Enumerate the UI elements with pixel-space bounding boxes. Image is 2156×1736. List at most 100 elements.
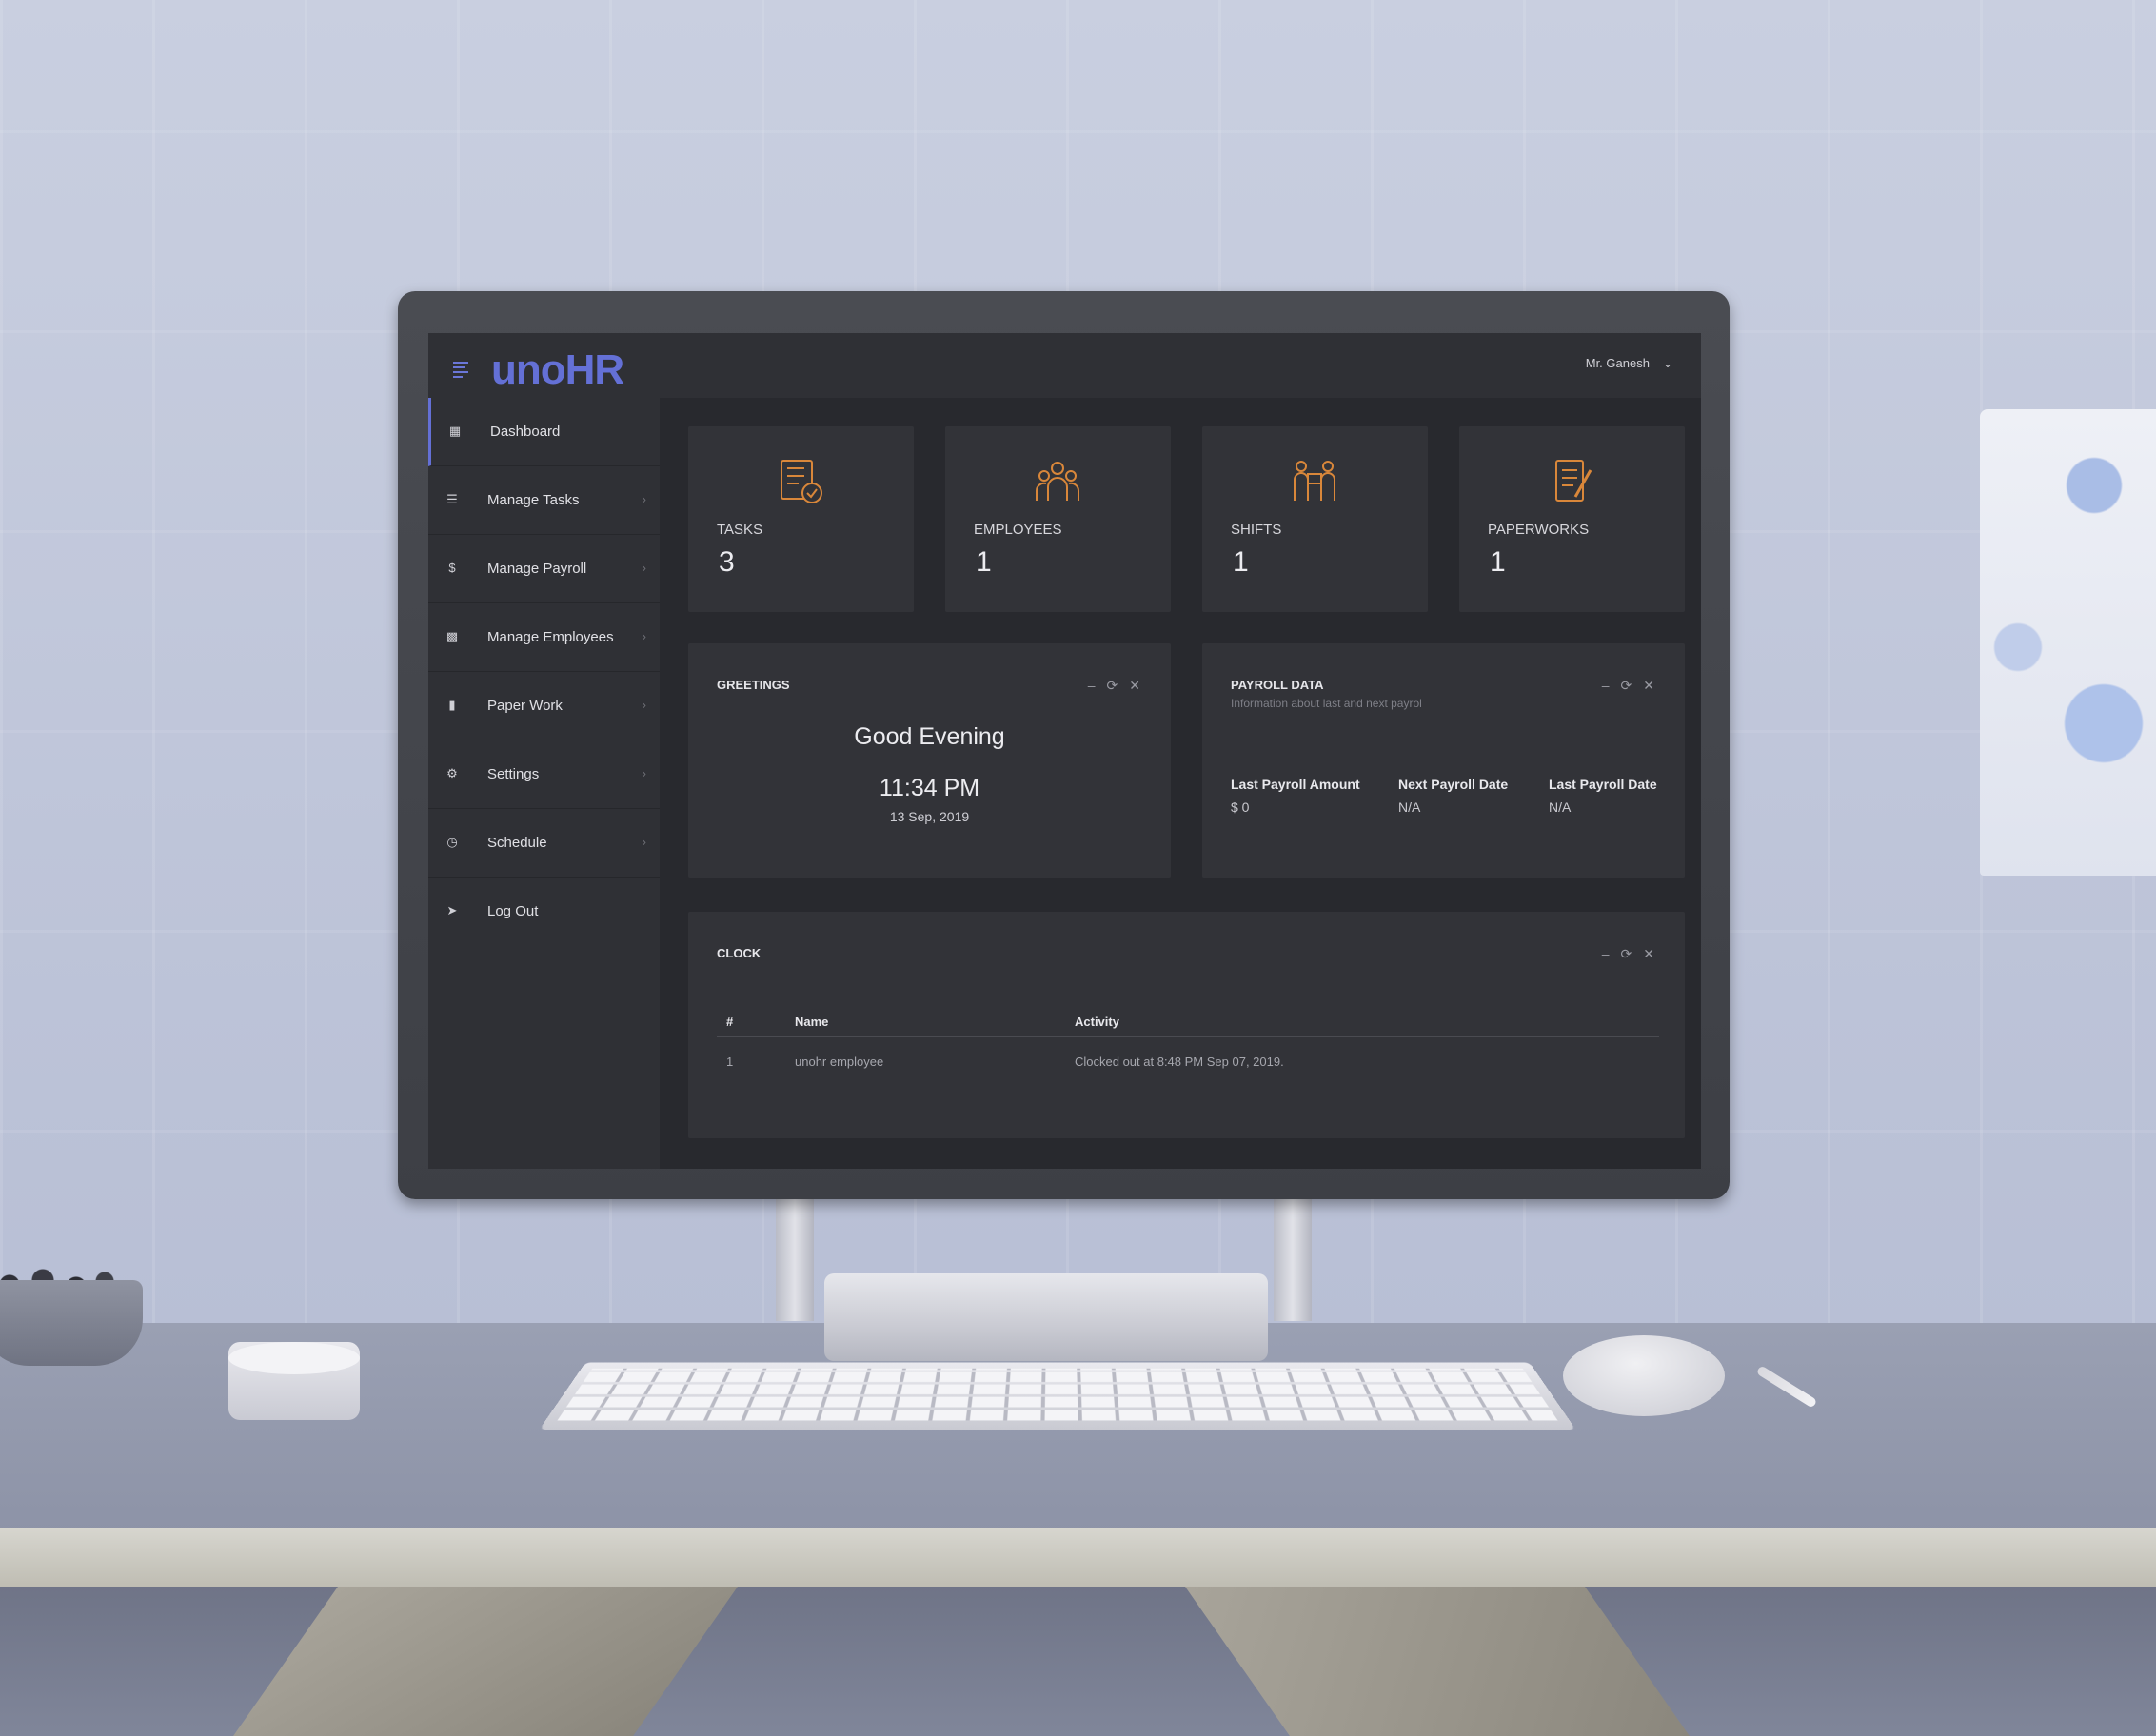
id-card-icon: ▩ [445,629,459,643]
dollar-icon: $ [448,561,456,575]
sidebar-item-label: Manage Employees [487,629,614,645]
sidebar-item-label: Log Out [487,903,539,919]
stat-label: EMPLOYEES [974,522,1062,538]
column-value: N/A [1549,799,1572,815]
row-name: unohr employee [795,1055,884,1069]
panel-title: PAYROLL DATA [1231,678,1324,692]
mouse [1563,1335,1725,1416]
stat-card-shifts[interactable]: SHIFTS 1 [1202,426,1428,612]
dashboard-icon: ▦ [448,424,462,438]
close-icon[interactable]: ✕ [1643,946,1654,961]
app-logo[interactable]: unoHR [491,346,624,394]
clock-panel: CLOCK – ⟳ ✕ # Name Activity 1 unohr employ… [688,912,1685,1138]
stat-label: PAPERWORKS [1488,522,1590,538]
sidebar-item-label: Settings [487,766,540,782]
last-payroll-amount: Last Payroll Amount $ 0 [1231,777,1360,815]
gear-icon: ⚙ [446,766,458,780]
panel-tools: – ⟳ ✕ [1591,946,1654,962]
next-payroll-date: Next Payroll Date N/A [1398,777,1508,815]
sidebar-item-settings[interactable]: ⚙ Settings › [428,740,660,809]
refresh-icon[interactable]: ⟳ [1621,678,1632,693]
user-menu[interactable]: Mr. Ganesh ⌄ [1586,356,1672,370]
table-header: # Name Activity [717,1005,1659,1037]
panel-title: CLOCK [717,946,762,960]
sidebar-item-manage-tasks[interactable]: ☰ Manage Tasks › [428,466,660,535]
team-icon [1036,462,1079,501]
stat-card-tasks[interactable]: TASKS 3 [688,426,914,612]
column-header-name: Name [795,1015,829,1029]
checklist-icon [781,460,822,503]
row-activity: Clocked out at 8:48 PM Sep 07, 2019. [1075,1055,1284,1069]
user-name: Mr. Ganesh [1585,356,1650,370]
column-value: $ 0 [1231,799,1250,815]
minimize-icon[interactable]: – [1088,678,1096,693]
logout-icon: ➤ [446,903,458,917]
app-screen: unoHR Mr. Ganesh ⌄ ▦ Dashboard ☰ Manage T… [428,333,1701,1169]
stat-label: SHIFTS [1231,522,1282,538]
stat-value: 1 [1490,546,1506,578]
hamburger-menu-icon[interactable] [453,362,470,378]
minimize-icon[interactable]: – [1602,678,1610,693]
greeting-message: Good Evening [854,723,1005,750]
smart-speaker [228,1342,360,1420]
chevron-right-icon: › [642,492,646,506]
sidebar: ▦ Dashboard ☰ Manage Tasks › $ Manage Pa… [428,398,660,1169]
monitor-stand-base [824,1273,1268,1361]
document-icon: ▮ [448,698,456,712]
lamp-shade [1980,409,2156,876]
sidebar-item-manage-employees[interactable]: ▩ Manage Employees › [428,603,660,672]
monitor-stand-arm [1274,1197,1312,1321]
sidebar-item-label: Manage Tasks [487,492,580,508]
shift-swap-icon [1294,461,1335,501]
payroll-panel: PAYROLL DATA Information about last and … [1202,643,1685,878]
keyboard [539,1362,1576,1430]
stat-value: 3 [719,546,735,578]
sidebar-item-log-out[interactable]: ➤ Log Out [428,878,660,946]
last-payroll-date: Last Payroll Date N/A [1549,777,1657,815]
stat-card-paperworks[interactable]: PAPERWORKS 1 [1459,426,1685,612]
chevron-right-icon: › [642,766,646,780]
current-time: 11:34 PM [879,775,980,801]
refresh-icon[interactable]: ⟳ [1621,946,1632,961]
panel-tools: – ⟳ ✕ [1591,678,1654,694]
panel-title: GREETINGS [717,678,790,692]
column-label: Last Payroll Date [1549,777,1657,792]
sidebar-item-paper-work[interactable]: ▮ Paper Work › [428,672,660,740]
panel-subtitle: Information about last and next payrol [1231,697,1422,710]
column-label: Last Payroll Amount [1231,777,1360,792]
stat-value: 1 [976,546,992,578]
sidebar-item-label: Manage Payroll [487,561,587,577]
sidebar-item-schedule[interactable]: ◷ Schedule › [428,809,660,878]
decor-bowl [0,1280,143,1366]
sidebar-item-dashboard[interactable]: ▦ Dashboard [428,398,660,466]
desk-edge [0,1528,2156,1587]
chevron-right-icon: › [642,561,646,575]
sidebar-item-manage-payroll[interactable]: $ Manage Payroll › [428,535,660,603]
refresh-icon[interactable]: ⟳ [1107,678,1118,693]
chevron-right-icon: › [642,698,646,712]
chevron-right-icon: › [642,835,646,849]
top-bar: unoHR Mr. Ganesh ⌄ [428,333,1701,398]
close-icon[interactable]: ✕ [1129,678,1140,693]
column-label: Next Payroll Date [1398,777,1509,792]
current-date: 13 Sep, 2019 [889,809,970,824]
tasks-icon: ☰ [446,492,458,506]
row-number: 1 [726,1055,734,1069]
stat-card-employees[interactable]: EMPLOYEES 1 [945,426,1171,612]
stat-label: TASKS [717,522,763,538]
stat-value: 1 [1233,546,1249,578]
table-row[interactable]: 1 unohr employee Clocked out at 8:48 PM … [717,1045,1659,1077]
sidebar-item-label: Schedule [487,835,547,851]
paperwork-icon [1555,460,1592,502]
chevron-right-icon: › [642,629,646,643]
greetings-panel: GREETINGS – ⟳ ✕ Good Evening 11:34 PM 13 S… [688,643,1171,878]
chevron-down-icon: ⌄ [1662,357,1672,370]
panel-tools: – ⟳ ✕ [1077,678,1140,694]
close-icon[interactable]: ✕ [1643,678,1654,693]
main-content: TASKS 3 EMPLOYEES 1 SHIFTS 1 PAPERWORKS … [660,398,1701,1169]
clock-icon: ◷ [446,835,458,849]
minimize-icon[interactable]: – [1602,946,1610,961]
sidebar-item-label: Paper Work [487,698,563,714]
column-value: N/A [1398,799,1421,815]
sidebar-item-label: Dashboard [490,424,561,440]
